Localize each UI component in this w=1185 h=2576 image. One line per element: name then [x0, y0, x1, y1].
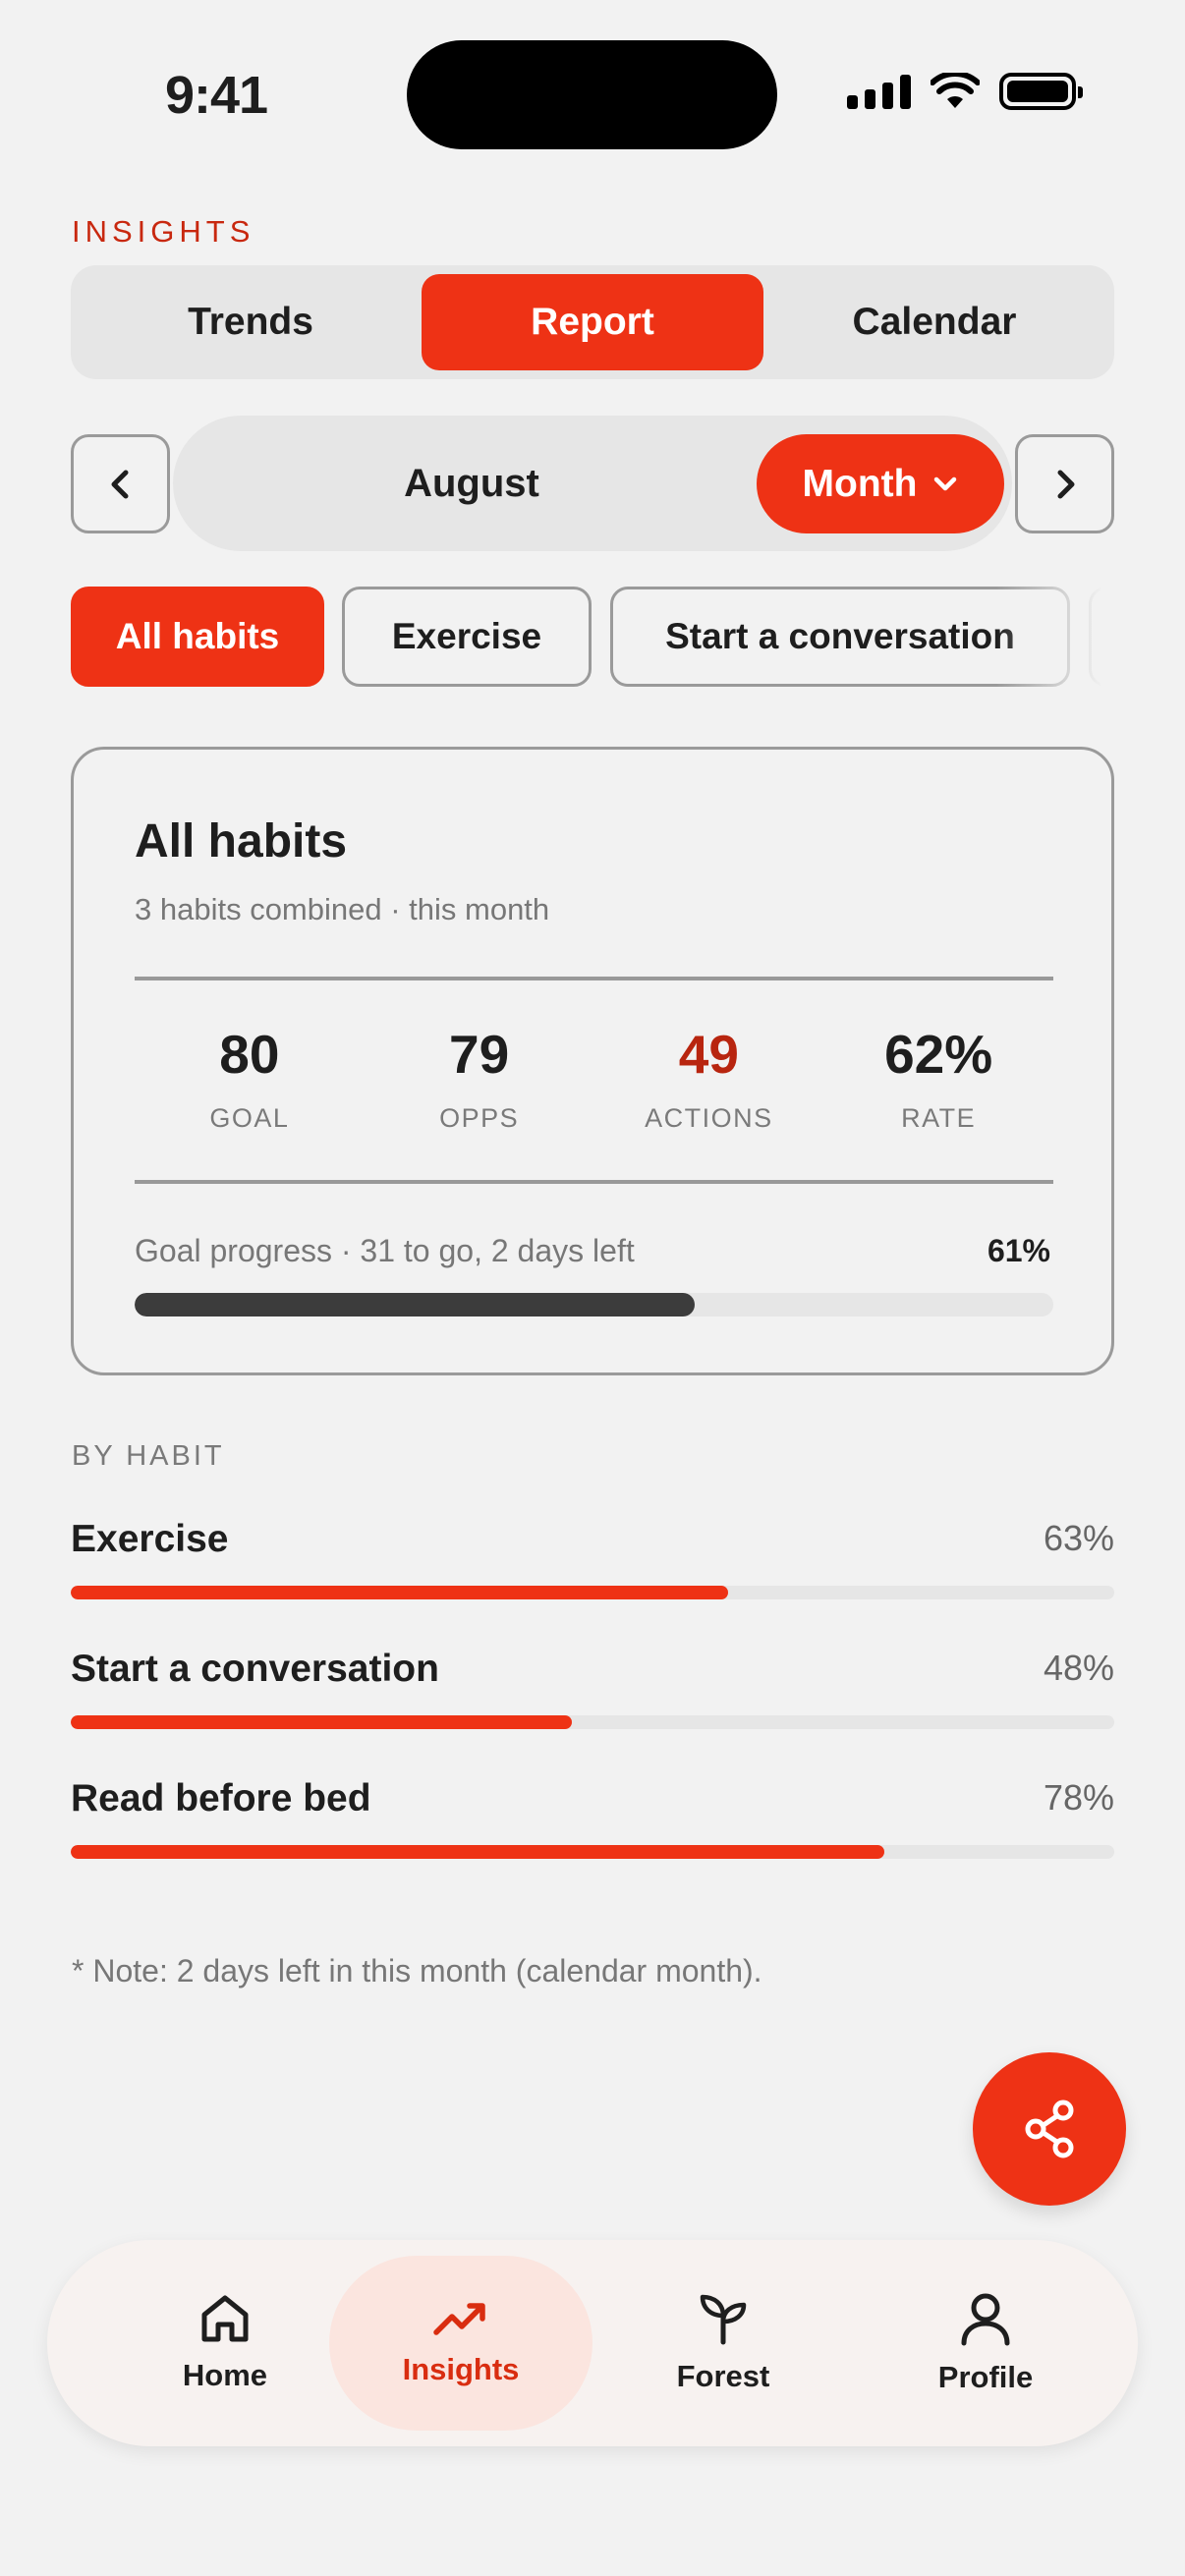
habit-name: Read before bed: [71, 1777, 371, 1820]
tab-calendar[interactable]: Calendar: [763, 274, 1105, 370]
divider: [135, 1180, 1053, 1184]
habit-progress-fill: [71, 1586, 729, 1599]
stat-rate: 62% RATE: [823, 1023, 1053, 1134]
sprout-icon: [700, 2294, 747, 2345]
habit-progress-fill: [71, 1715, 572, 1729]
card-title: All habits: [135, 815, 348, 868]
goal-progress-fill: [135, 1293, 696, 1316]
stats-row: 80 GOAL 79 OPPS 49 ACTIONS 62% RATE: [135, 1023, 1053, 1134]
stat-value: 80: [219, 1024, 280, 1085]
next-period-button[interactable]: [1015, 434, 1114, 533]
stat-label: ACTIONS: [645, 1103, 773, 1133]
habit-percent: 78%: [1043, 1777, 1114, 1818]
wifi-icon: [931, 73, 980, 108]
habit-filter-chips[interactable]: All habits Exercise Start a conversation: [71, 587, 1114, 687]
home-icon: [201, 2295, 249, 2342]
summary-card: All habits 3 habits combined · this mont…: [71, 747, 1114, 1375]
habit-percent: 48%: [1043, 1648, 1114, 1688]
habit-name: Exercise: [71, 1518, 229, 1560]
view-tabs: Trends Report Calendar: [71, 265, 1114, 379]
goal-progress-bar: [135, 1293, 1053, 1316]
share-button[interactable]: [973, 2052, 1126, 2206]
tab-label: Insights: [402, 2352, 520, 2386]
section-label: INSIGHTS: [72, 214, 255, 249]
habit-name: Start a conversation: [71, 1648, 439, 1690]
tab-report[interactable]: Report: [422, 274, 763, 370]
tab-trends[interactable]: Trends: [80, 274, 422, 370]
habit-progress-bar: [71, 1845, 1114, 1859]
habit-progress-fill: [71, 1845, 885, 1859]
stat-actions: 49 ACTIONS: [594, 1023, 824, 1134]
by-habit-label: BY HABIT: [72, 1440, 225, 1472]
stat-label: RATE: [901, 1103, 977, 1133]
footnote: * Note: 2 days left in this month (calen…: [72, 1953, 762, 1988]
goal-progress-text: Goal progress · 31 to go, 2 days left: [135, 1233, 635, 1268]
goal-progress-percent: 61%: [987, 1233, 1050, 1268]
chips-fade: [996, 587, 1114, 687]
bottom-tab-bar: Home Insights Forest Profile: [47, 2240, 1138, 2446]
chip-all-habits[interactable]: All habits: [71, 587, 324, 687]
period-mode-label: Month: [802, 462, 918, 505]
chevron-down-icon: [934, 476, 957, 490]
period-mode-dropdown[interactable]: Month: [757, 434, 1004, 533]
tab-label: Profile: [937, 2360, 1034, 2394]
chip-exercise[interactable]: Exercise: [342, 587, 592, 687]
stat-value: 49: [678, 1024, 739, 1085]
share-icon: [1025, 2100, 1074, 2158]
cellular-signal-icon: [847, 74, 911, 109]
stat-label: GOAL: [209, 1103, 290, 1133]
tab-label: Forest: [676, 2359, 770, 2393]
status-icons: [847, 73, 1083, 110]
tab-label: Home: [182, 2358, 268, 2392]
dynamic-island: [407, 40, 777, 149]
stat-opps: 79 OPPS: [365, 1023, 594, 1134]
stat-goal: 80 GOAL: [135, 1023, 365, 1134]
tab-profile[interactable]: Profile: [854, 2256, 1117, 2431]
stat-value: 79: [449, 1024, 510, 1085]
insights-screen: 9:41 INSIGHTS Trends Report Calendar Aug…: [0, 0, 1185, 2576]
chevron-left-icon: [111, 470, 128, 498]
tab-insights[interactable]: Insights: [329, 2256, 592, 2431]
trending-up-icon: [433, 2303, 485, 2335]
tab-forest[interactable]: Forest: [592, 2256, 855, 2431]
previous-period-button[interactable]: [71, 434, 170, 533]
status-time: 9:41: [165, 66, 268, 125]
stat-label: OPPS: [439, 1103, 520, 1133]
battery-icon: [999, 73, 1083, 110]
habit-progress-bar: [71, 1586, 1114, 1599]
card-subtitle: 3 habits combined · this month: [135, 892, 550, 926]
habit-progress-bar: [71, 1715, 1114, 1729]
period-label: August: [404, 462, 539, 505]
tab-home[interactable]: Home: [93, 2256, 357, 2431]
user-icon: [961, 2293, 1010, 2346]
stat-value: 62%: [884, 1024, 993, 1085]
habit-percent: 63%: [1043, 1518, 1114, 1558]
chevron-right-icon: [1057, 470, 1074, 498]
divider: [135, 977, 1053, 980]
